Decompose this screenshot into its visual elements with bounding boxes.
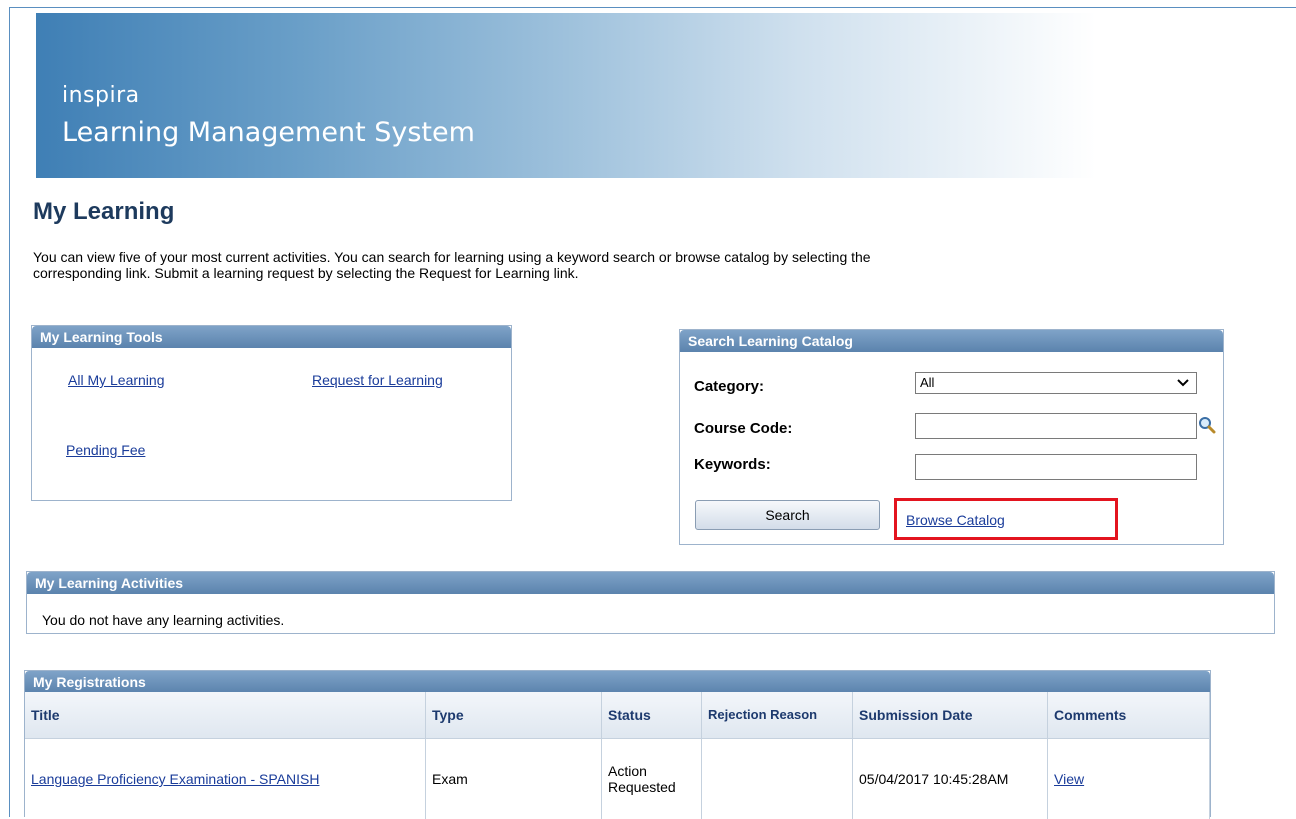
category-selected-value: All <box>920 375 934 390</box>
keywords-input[interactable] <box>915 454 1197 480</box>
system-name: Learning Management System <box>62 117 475 148</box>
learning-activities-panel: My Learning Activities You do not have a… <box>26 571 1275 634</box>
cell-type: Exam <box>426 739 602 819</box>
learning-activities-title: My Learning Activities <box>27 572 1274 594</box>
browse-catalog-link[interactable]: Browse Catalog <box>906 512 1005 528</box>
no-activities-message: You do not have any learning activities. <box>42 612 284 628</box>
course-title-link[interactable]: Language Proficiency Examination - SPANI… <box>31 771 319 787</box>
keywords-label: Keywords: <box>694 456 771 473</box>
search-catalog-panel: Search Learning Catalog Category: All Co… <box>679 329 1224 545</box>
category-select[interactable]: All <box>915 372 1197 394</box>
page-title: My Learning <box>33 198 174 226</box>
header-banner: inspira Learning Management System <box>36 13 1096 178</box>
course-code-input[interactable] <box>915 413 1197 439</box>
cell-rejection-reason <box>702 739 853 819</box>
registrations-title: My Registrations <box>25 671 1210 693</box>
cell-title: Language Proficiency Examination - SPANI… <box>25 739 426 819</box>
cell-comments: View <box>1048 739 1210 819</box>
column-header-type: Type <box>426 692 602 739</box>
lookup-magnifier-icon[interactable] <box>1198 416 1216 434</box>
column-header-comments: Comments <box>1048 692 1210 739</box>
column-header-status: Status <box>602 692 702 739</box>
table-row: Language Proficiency Examination - SPANI… <box>25 739 1210 819</box>
registrations-panel: My Registrations Title Type Status Rejec… <box>24 670 1211 817</box>
search-button[interactable]: Search <box>695 500 880 530</box>
chevron-down-icon <box>1176 373 1190 398</box>
learning-tools-title: My Learning Tools <box>32 326 511 348</box>
pending-fee-link[interactable]: Pending Fee <box>66 442 145 458</box>
cell-status: Action Requested <box>602 739 702 819</box>
all-my-learning-link[interactable]: All My Learning <box>68 372 165 388</box>
view-comments-link[interactable]: View <box>1054 771 1084 787</box>
course-code-label: Course Code: <box>694 420 792 437</box>
column-header-submission-date: Submission Date <box>853 692 1048 739</box>
cell-submission-date: 05/04/2017 10:45:28AM <box>853 739 1048 819</box>
column-header-title: Title <box>25 692 426 739</box>
browse-catalog-highlight: Browse Catalog <box>894 498 1118 540</box>
category-label: Category: <box>694 378 764 395</box>
request-for-learning-link[interactable]: Request for Learning <box>312 372 443 388</box>
column-header-rejection-reason: Rejection Reason <box>702 692 853 739</box>
search-catalog-title: Search Learning Catalog <box>680 330 1223 352</box>
learning-tools-panel: My Learning Tools All My Learning Reques… <box>31 325 512 501</box>
table-header-row: Title Type Status Rejection Reason Submi… <box>25 692 1210 739</box>
brand-name: inspira <box>62 83 140 108</box>
registrations-table: Title Type Status Rejection Reason Submi… <box>25 692 1210 819</box>
page-intro: You can view five of your most current a… <box>33 249 953 281</box>
